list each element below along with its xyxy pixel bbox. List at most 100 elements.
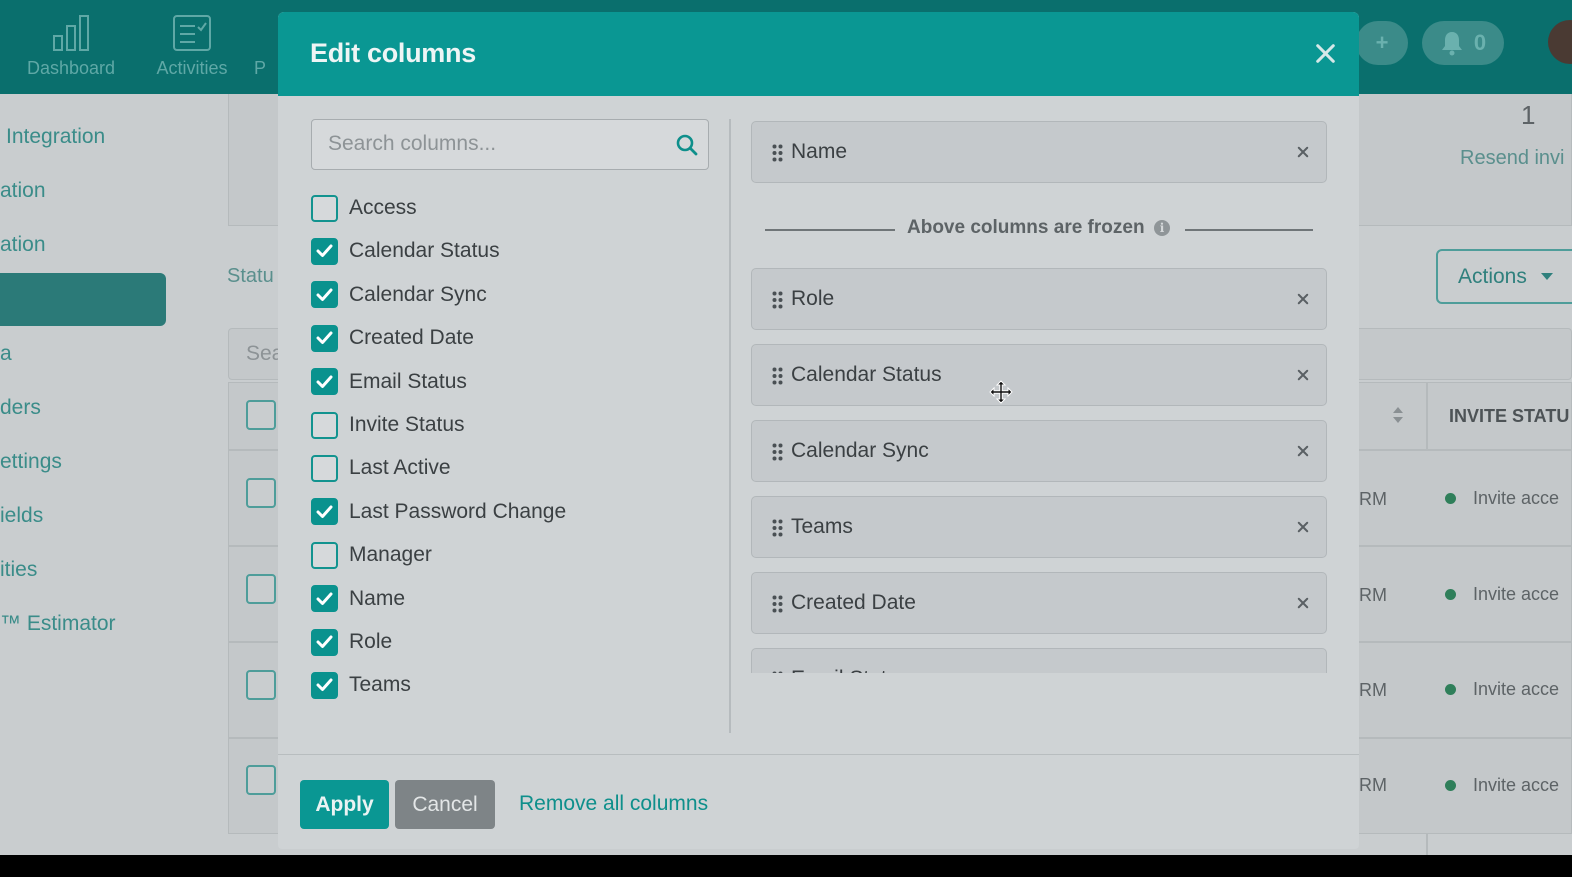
- status-dot: [1445, 493, 1456, 504]
- drag-handle-icon[interactable]: [772, 595, 783, 613]
- column-option[interactable]: Last Active: [311, 452, 451, 484]
- apply-button[interactable]: Apply: [300, 780, 389, 829]
- checkmark-icon: [316, 375, 333, 388]
- selected-column-chip[interactable]: Calendar Status: [751, 344, 1327, 406]
- status-dot: [1445, 684, 1456, 695]
- actions-button[interactable]: Actions: [1436, 249, 1572, 304]
- column-option[interactable]: Email Status: [311, 366, 467, 398]
- sidebar-item-estimator[interactable]: ™ Estimator: [0, 612, 116, 636]
- checkbox-unchecked[interactable]: [311, 411, 338, 439]
- checkbox-checked[interactable]: [311, 498, 338, 526]
- row-checkbox[interactable]: [246, 574, 276, 604]
- selected-column-chip[interactable]: Role: [751, 268, 1327, 330]
- checkbox-checked[interactable]: [311, 368, 338, 396]
- remove-column-icon[interactable]: [1294, 143, 1312, 161]
- checkbox-checked[interactable]: [311, 237, 338, 265]
- sidebar-item-6[interactable]: ettings: [0, 450, 62, 474]
- sidebar-item-integration[interactable]: Integration: [6, 125, 105, 149]
- column-option[interactable]: Calendar Status: [311, 235, 500, 267]
- close-icon[interactable]: [1312, 40, 1340, 68]
- resend-invite-link[interactable]: Resend invi: [1460, 147, 1565, 170]
- add-button[interactable]: +: [1356, 21, 1408, 65]
- column-option-label: Teams: [349, 673, 411, 697]
- column-option[interactable]: Calendar Sync: [311, 279, 487, 311]
- drag-handle-icon[interactable]: [772, 367, 783, 385]
- checkbox-checked[interactable]: [311, 324, 338, 352]
- row-checkbox[interactable]: [246, 670, 276, 700]
- checkmark-icon: [316, 635, 333, 648]
- notification-count: 0: [1473, 30, 1487, 55]
- column-option-label: Created Date: [349, 326, 474, 350]
- frozen-column-chip[interactable]: Name: [751, 121, 1327, 183]
- remove-column-icon[interactable]: [1294, 594, 1312, 612]
- selected-column-chip[interactable]: Created Date: [751, 572, 1327, 634]
- selected-column-chip[interactable]: Email Status: [751, 648, 1327, 673]
- row-checkbox[interactable]: [246, 478, 276, 508]
- row-time: RM: [1359, 680, 1387, 700]
- info-icon[interactable]: i: [1154, 220, 1170, 236]
- remove-column-icon[interactable]: [1294, 366, 1312, 384]
- nav-activities[interactable]: Activities: [137, 14, 247, 79]
- drag-handle-icon[interactable]: [772, 443, 783, 461]
- column-option[interactable]: Created Date: [311, 322, 474, 354]
- nav-dashboard[interactable]: Dashboard: [16, 14, 126, 79]
- sidebar-item-7[interactable]: ields: [0, 504, 43, 528]
- remove-all-columns-link[interactable]: Remove all columns: [519, 792, 708, 816]
- modal-header: Edit columns: [278, 12, 1359, 96]
- drag-handle-icon[interactable]: [772, 144, 783, 162]
- sort-icon[interactable]: [1392, 405, 1404, 425]
- drag-handle-icon[interactable]: [772, 671, 783, 673]
- checkmark-icon: [316, 505, 333, 518]
- user-avatar[interactable]: [1548, 20, 1572, 64]
- selected-column-chip[interactable]: Teams: [751, 496, 1327, 558]
- frozen-divider-text: Above columns are frozen: [907, 217, 1145, 238]
- checkbox-checked[interactable]: [311, 671, 338, 699]
- checkbox-unchecked[interactable]: [311, 454, 338, 482]
- col-header-invite-status[interactable]: INVITE STATU: [1449, 406, 1569, 427]
- remove-column-icon[interactable]: [1294, 442, 1312, 460]
- modal-title: Edit columns: [310, 38, 476, 68]
- drag-handle-icon[interactable]: [772, 291, 783, 309]
- column-option-label: Last Active: [349, 456, 451, 480]
- checkbox-checked[interactable]: [311, 585, 338, 613]
- search-icon[interactable]: [675, 133, 699, 157]
- column-option[interactable]: Teams: [311, 669, 411, 701]
- row-time: RM: [1359, 585, 1387, 605]
- nav-partial[interactable]: P: [240, 58, 280, 79]
- sidebar-item-3[interactable]: ation: [0, 233, 46, 257]
- checkbox-checked[interactable]: [311, 281, 338, 309]
- bell-icon: [1441, 32, 1462, 56]
- select-all-checkbox[interactable]: [246, 400, 276, 430]
- remove-column-icon[interactable]: [1294, 290, 1312, 308]
- drag-handle-icon[interactable]: [772, 519, 783, 537]
- checkbox-checked[interactable]: [311, 628, 338, 656]
- column-option-label: Name: [349, 586, 406, 610]
- remove-column-icon[interactable]: [1294, 518, 1312, 536]
- checkmark-icon: [316, 592, 333, 605]
- sidebar-item-5[interactable]: ders: [0, 396, 41, 420]
- column-option-label: Email Status: [349, 369, 467, 393]
- chip-label: Teams: [791, 515, 853, 538]
- bottom-black-bar: [0, 855, 1572, 877]
- notifications-button[interactable]: 0: [1422, 21, 1504, 65]
- nav-activities-label: Activities: [156, 58, 228, 78]
- column-option[interactable]: Invite Status: [311, 409, 465, 441]
- cancel-button[interactable]: Cancel: [395, 780, 495, 829]
- column-option[interactable]: Role: [311, 626, 392, 658]
- sidebar-item-2[interactable]: ation: [0, 179, 46, 203]
- row-checkbox[interactable]: [246, 765, 276, 795]
- checkbox-unchecked[interactable]: [311, 194, 338, 222]
- remove-column-icon[interactable]: [1294, 670, 1312, 673]
- checkbox-unchecked[interactable]: [311, 541, 338, 569]
- column-option[interactable]: Last Password Change: [311, 496, 566, 528]
- column-search-input[interactable]: [312, 120, 662, 168]
- sidebar-item-4[interactable]: a: [0, 342, 12, 366]
- column-option[interactable]: Access: [311, 192, 417, 224]
- column-option[interactable]: Manager: [311, 539, 432, 571]
- selected-column-chip[interactable]: Calendar Sync: [751, 420, 1327, 482]
- column-search: [311, 119, 709, 170]
- row-time: RM: [1359, 489, 1387, 509]
- sidebar-item-8[interactable]: ities: [0, 558, 37, 582]
- sidebar-active-item[interactable]: [0, 273, 166, 326]
- column-option[interactable]: Name: [311, 583, 405, 615]
